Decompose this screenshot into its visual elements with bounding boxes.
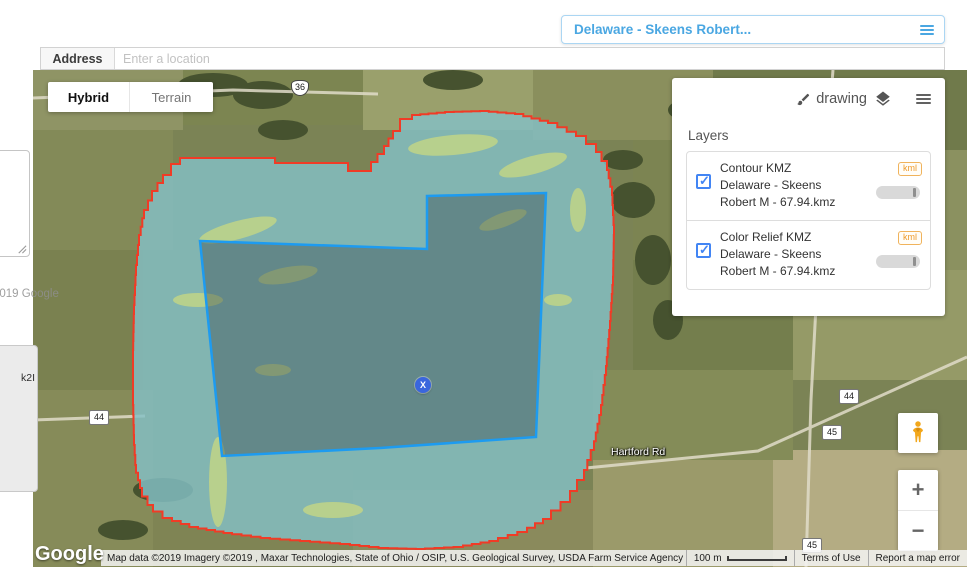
side-dialog-fragment: k2I [0, 345, 38, 492]
zoom-control: + − [898, 470, 938, 551]
layer-opacity-slider-contour[interactable] [876, 186, 920, 199]
pegman-icon [907, 420, 929, 446]
panel-menu-hamburger-icon[interactable] [916, 94, 931, 104]
map-canvas[interactable]: Hybrid Terrain 36 44 44 45 45 Hartford R… [33, 70, 967, 567]
map-type-control: Hybrid Terrain [48, 82, 213, 112]
brush-icon [796, 92, 811, 107]
field-selector-dropdown[interactable]: Delaware - Skeens Robert... [561, 15, 945, 44]
layer-label-color-relief: Color Relief KMZ Delaware - Skeens Rober… [720, 229, 842, 280]
dialog-text-fragment: k2I [21, 372, 35, 384]
drawing-mode-button[interactable]: drawing [796, 91, 867, 107]
layers-panel-header: drawing [686, 88, 931, 110]
hartford-rd-label: Hartford Rd [611, 446, 665, 458]
notes-textarea[interactable] [0, 150, 30, 257]
attribution-bar: Map data ©2019 Imagery ©2019 , Maxar Tec… [101, 550, 967, 566]
layer-list: Contour KMZ Delaware - Skeens Robert M -… [686, 151, 931, 290]
address-label: Address [41, 48, 115, 69]
google-logo[interactable]: Google [35, 543, 104, 566]
field-selector-label: Delaware - Skeens Robert... [574, 22, 920, 37]
layer-opacity-slider-color-relief[interactable] [876, 255, 920, 268]
layer-item-color-relief: Color Relief KMZ Delaware - Skeens Rober… [687, 220, 930, 289]
resize-handle-icon[interactable] [16, 243, 27, 254]
scale-label: 100 m [694, 553, 722, 564]
top-bar: Delaware - Skeens Robert... [0, 0, 974, 47]
address-input[interactable] [115, 48, 944, 69]
address-bar: Address [40, 47, 945, 70]
layer-checkbox-color-relief[interactable] [696, 243, 711, 258]
drawing-mode-label: drawing [816, 91, 867, 107]
route-shield-44-right: 44 [839, 389, 859, 404]
kml-badge: kml [898, 162, 922, 176]
hybrid-button[interactable]: Hybrid [48, 82, 129, 112]
layer-item-contour: Contour KMZ Delaware - Skeens Robert M -… [687, 152, 930, 220]
zoom-out-button[interactable]: − [898, 511, 938, 551]
hamburger-icon[interactable] [920, 25, 934, 35]
google-watermark: 2019 Google [0, 288, 59, 300]
slider-thumb[interactable] [913, 257, 916, 266]
layer-checkbox-contour[interactable] [696, 174, 711, 189]
terrain-button[interactable]: Terrain [129, 82, 213, 112]
field-center-marker[interactable]: X [415, 377, 431, 393]
layers-icon[interactable] [874, 90, 892, 108]
slider-thumb[interactable] [913, 188, 916, 197]
map-attribution-text: Map data ©2019 Imagery ©2019 , Maxar Tec… [101, 553, 686, 564]
layer-label-contour: Contour KMZ Delaware - Skeens Robert M -… [720, 160, 842, 211]
app-page: Delaware - Skeens Robert... Address [0, 0, 974, 575]
zoom-in-button[interactable]: + [898, 470, 938, 511]
kml-badge: kml [898, 231, 922, 245]
scale-ruler [727, 556, 787, 561]
layers-title: Layers [688, 128, 931, 143]
route-shield-44-left: 44 [89, 410, 109, 425]
layers-panel: drawing Layers Contour KMZ Delaware - Sk… [672, 78, 945, 316]
scale-control: 100 m [686, 550, 794, 566]
terms-of-use-link[interactable]: Terms of Use [794, 550, 868, 566]
pegman-control[interactable] [898, 413, 938, 453]
route-shield-45: 45 [822, 425, 842, 440]
report-map-error-link[interactable]: Report a map error [868, 550, 967, 566]
